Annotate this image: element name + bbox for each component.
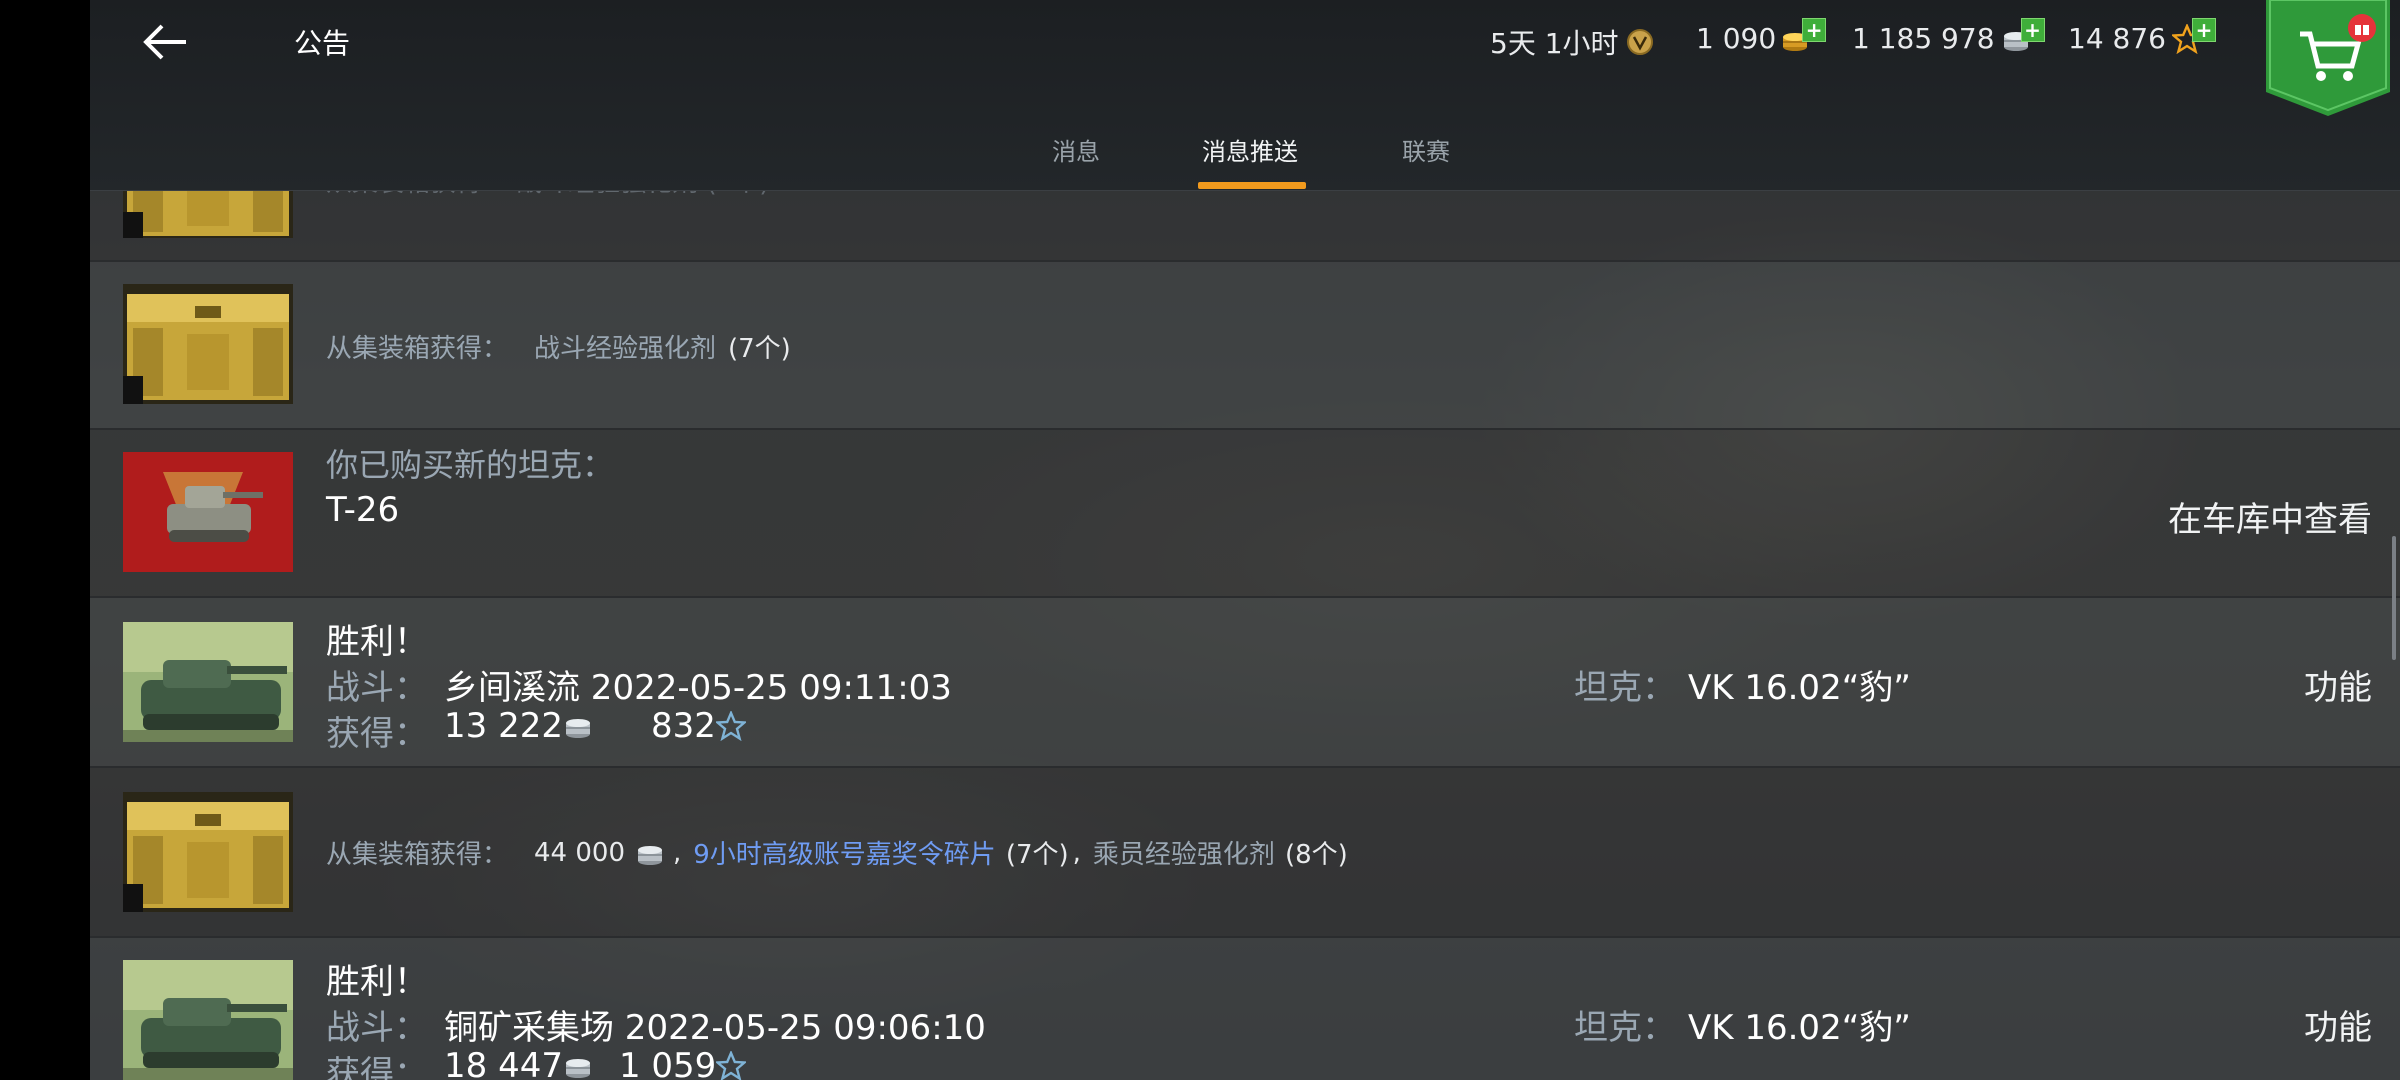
- tank-label: 坦克：: [1574, 1008, 1676, 1048]
- free-xp-balance[interactable]: 14 876 +: [2068, 17, 2216, 55]
- container-thumbnail: [123, 284, 293, 404]
- reward-label: 获得：: [326, 1054, 428, 1080]
- silver-coins-icon: [563, 1051, 593, 1080]
- container-thumbnail: [123, 792, 293, 912]
- separator: ,: [1072, 837, 1081, 868]
- active-tab-indicator: [1198, 182, 1306, 189]
- xp-earned: 1 059: [618, 1046, 717, 1080]
- free-xp-value: 14 876: [2068, 22, 2166, 55]
- reward-count: (7个): [1005, 840, 1069, 870]
- tank-label: 坦克：: [1574, 668, 1676, 708]
- add-free-xp-button[interactable]: +: [2191, 17, 2216, 42]
- battle-info: 铜矿采集场 2022-05-25 09:06:10: [444, 1008, 986, 1048]
- premium-time-value: 5天 1小时: [1490, 27, 1619, 60]
- tank-name: VK 16.02“豹”: [1688, 1008, 1911, 1048]
- gold-value: 1 090: [1696, 22, 1777, 55]
- tank-name: VK 16.02“豹”: [1688, 668, 1911, 708]
- back-arrow-icon: [143, 24, 186, 60]
- battle-label: 战斗：: [326, 1008, 428, 1048]
- add-credits-button[interactable]: +: [2020, 17, 2045, 42]
- credits-reward: 44 000: [534, 837, 625, 868]
- battle-info: 乡间溪流 2022-05-25 09:11:03: [444, 668, 952, 708]
- functions-button[interactable]: 功能: [2304, 1000, 2372, 1049]
- tab-notifications[interactable]: 消息推送: [1202, 132, 1298, 167]
- premium-badge-icon: [1626, 29, 1653, 55]
- star-icon: [716, 711, 746, 741]
- container-prefix: 从集装箱获得：: [326, 334, 509, 364]
- list-item[interactable]: 从集装箱获得： 44 000 , 9小时高级账号嘉奖令碎片 (7个) , 乘员经…: [90, 768, 2400, 938]
- premium-time[interactable]: 5天 1小时: [1490, 22, 1655, 62]
- scrollbar[interactable]: [2392, 536, 2396, 660]
- list-item[interactable]: 胜利！ 战斗： 乡间溪流 2022-05-25 09:11:03 获得： 13 …: [90, 598, 2400, 768]
- list-item[interactable]: 你已购买新的坦克： T-26 在车库中查看: [90, 430, 2400, 598]
- silver-coins-icon: [635, 838, 665, 868]
- star-icon: [716, 1051, 746, 1080]
- xp-earned: 832: [650, 706, 716, 746]
- shop-button[interactable]: [2266, 0, 2390, 116]
- silver-coins-icon: [563, 711, 593, 741]
- reward-item: 乘员经验强化剂: [1092, 840, 1275, 870]
- list-item[interactable]: 从集装箱获得： 战斗经验强化剂 (7个): [90, 262, 2400, 430]
- separator: ,: [673, 837, 682, 868]
- functions-button[interactable]: 功能: [2304, 660, 2372, 709]
- tank-thumbnail: [123, 622, 293, 742]
- gift-icon: [2348, 14, 2376, 42]
- container-prefix: 从集装箱获得：: [326, 840, 509, 870]
- tank-thumbnail: [123, 452, 293, 572]
- battle-result: 胜利！: [326, 962, 428, 1002]
- credits-balance[interactable]: 1 185 978 +: [1852, 17, 2045, 55]
- page-title: 公告: [294, 27, 351, 60]
- premium-fragment-link[interactable]: 9小时高级账号嘉奖令碎片: [693, 834, 996, 871]
- view-in-garage-button[interactable]: 在车库中查看: [2168, 492, 2372, 541]
- top-bar: 公告 5天 1小时 1 090 + 1 185 978 + 14 876 + 消…: [90, 0, 2400, 191]
- reward-item: 战斗经验强化剂: [534, 334, 717, 364]
- credits-earned: 13 222: [444, 706, 563, 746]
- battle-result: 胜利！: [326, 622, 428, 662]
- gold-balance[interactable]: 1 090 +: [1696, 17, 1827, 55]
- tank-name: T-26: [326, 490, 400, 530]
- reward-label: 获得：: [326, 714, 428, 754]
- tab-messages[interactable]: 消息: [1052, 132, 1100, 167]
- reward-count: (8个): [1284, 840, 1348, 870]
- reward-count: (7个): [728, 334, 791, 364]
- purchase-label: 你已购买新的坦克：: [326, 446, 615, 484]
- battle-label: 战斗：: [326, 668, 428, 708]
- credits-value: 1 185 978: [1852, 22, 1995, 55]
- tab-league[interactable]: 联赛: [1402, 132, 1450, 167]
- back-button[interactable]: [134, 12, 198, 70]
- tank-thumbnail: [123, 960, 293, 1080]
- app-root: 公告 5天 1小时 1 090 + 1 185 978 + 14 876 + 消…: [90, 0, 2400, 1080]
- add-gold-button[interactable]: +: [1802, 17, 1827, 42]
- credits-earned: 18 447: [444, 1046, 563, 1080]
- list-item[interactable]: 胜利！ 战斗： 铜矿采集场 2022-05-25 09:06:10 获得： 18…: [90, 938, 2400, 1080]
